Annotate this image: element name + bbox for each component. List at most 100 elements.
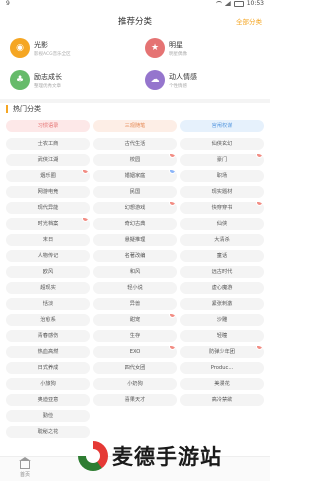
hot-badge-icon: [82, 170, 89, 174]
category-chip[interactable]: 勤俭: [6, 410, 90, 422]
category-chip[interactable]: 烟乐圈: [6, 170, 90, 182]
category-chip[interactable]: EXO: [93, 346, 177, 358]
category-chip[interactable]: 异兽: [93, 298, 177, 310]
category-chip[interactable]: 和风: [93, 266, 177, 278]
category-chip[interactable]: 奇幻古典: [93, 218, 177, 230]
category-chip-label: 甜宠: [129, 317, 141, 323]
category-chip[interactable]: 快穿穿书: [180, 202, 264, 214]
category-chip[interactable]: 名著改编: [93, 250, 177, 262]
feature-title: 明星: [169, 41, 183, 49]
all-categories-link[interactable]: 全部分类: [236, 16, 262, 26]
category-chip[interactable]: 治愈系: [6, 314, 90, 326]
new-badge-icon: [169, 170, 176, 174]
camera-icon: ◉: [10, 38, 30, 58]
hot-categories-title: 热门分类: [6, 105, 41, 113]
category-chip-label: 快穿穿书: [211, 205, 233, 211]
category-chip[interactable]: 生存: [93, 330, 177, 342]
category-chip[interactable]: 虚心魔游: [180, 282, 264, 294]
category-chip[interactable]: 仙侠: [180, 218, 264, 230]
status-notification: 9: [6, 0, 10, 7]
category-chip[interactable]: 末日: [6, 234, 90, 246]
heart-emotion-icon: ☁: [145, 70, 165, 90]
category-chip[interactable]: 婚姻家庭: [93, 170, 177, 182]
category-chip[interactable]: 现实题材: [180, 186, 264, 198]
category-chip[interactable]: 豪门: [180, 154, 264, 166]
category-chip[interactable]: 悬疑推理: [93, 234, 177, 246]
category-chip[interactable]: 轻小说: [93, 282, 177, 294]
category-chip-label: 校园: [129, 157, 141, 163]
category-chip[interactable]: 日式养成: [6, 362, 90, 374]
category-chip[interactable]: 美漫花: [180, 378, 264, 390]
category-chip[interactable]: 欧风: [6, 266, 90, 278]
column-header-chip[interactable]: 习惯语录: [6, 120, 90, 132]
feature-subtitle: 影视ACG音乐全区: [34, 52, 71, 57]
category-chip[interactable]: 紧张刺激: [180, 298, 264, 310]
status-time: 10:53: [246, 0, 264, 7]
category-chip[interactable]: 四代女团: [93, 362, 177, 374]
category-chip[interactable]: 超现实: [6, 282, 90, 294]
hot-badge-icon: [169, 202, 176, 206]
hot-badge-icon: [169, 346, 176, 350]
category-chip-label: 烟乐圈: [40, 173, 56, 179]
column-header-chip[interactable]: 三观随笔: [93, 120, 177, 132]
battery-icon: [233, 0, 244, 7]
category-chip-label: 婚姻家庭: [124, 173, 146, 179]
category-chip[interactable]: Produc...: [180, 362, 264, 374]
column-header-chip[interactable]: 宫闱权谋: [180, 120, 264, 132]
nav-home-label: 首页: [19, 472, 30, 478]
hot-badge-icon: [82, 218, 89, 222]
category-chip[interactable]: 甜宠: [93, 314, 177, 326]
category-chip[interactable]: 幻想游戏: [93, 202, 177, 214]
star-person-icon: ★: [145, 38, 165, 58]
hot-badge-icon: [169, 154, 176, 158]
category-chip[interactable]: 耽秘之花: [6, 426, 90, 438]
category-chip[interactable]: 校园: [93, 154, 177, 166]
status-bar: 9 10:53: [0, 0, 270, 8]
category-chip[interactable]: 民国: [93, 186, 177, 198]
category-chip[interactable]: 高冷禁欲: [180, 394, 264, 406]
category-chip[interactable]: 大清杀: [180, 234, 264, 246]
category-chip[interactable]: 武侠江湖: [6, 154, 90, 166]
category-chip[interactable]: 沙雕: [180, 314, 264, 326]
category-chip[interactable]: 人物传记: [6, 250, 90, 262]
category-chip[interactable]: 士农工商: [6, 138, 90, 150]
page-title: 推荐分类: [117, 17, 152, 27]
feature-title: 光影: [34, 41, 48, 49]
site-watermark: 麦德手游站: [78, 438, 264, 474]
category-chip-label: 时光档案: [37, 221, 59, 227]
category-chip[interactable]: 喜果天才: [93, 394, 177, 406]
category-chip[interactable]: 奥迪亚意: [6, 394, 90, 406]
category-chip[interactable]: 仙侠玄幻: [180, 138, 264, 150]
hot-badge-icon: [256, 202, 263, 206]
category-chip[interactable]: 小奶狗: [93, 378, 177, 390]
category-chip[interactable]: 热血高燃: [6, 346, 90, 358]
category-chip[interactable]: 轻瞳: [180, 330, 264, 342]
watermark-logo-icon: [78, 441, 108, 471]
feature-mingxing[interactable]: ★ 明星 明星偶像: [145, 36, 270, 66]
hot-badge-icon: [169, 314, 176, 318]
category-chip[interactable]: 远古时代: [180, 266, 264, 278]
category-chip[interactable]: 古代生活: [93, 138, 177, 150]
category-chip-label: EXO: [129, 349, 141, 355]
feature-subtitle: 个性情感: [169, 84, 187, 89]
nav-home[interactable]: 首页: [18, 457, 32, 478]
signal-icon: [224, 1, 231, 6]
feature-guangying[interactable]: ◉ 光影 影视ACG音乐全区: [10, 36, 135, 66]
category-chip-label: 防弹少年团: [209, 349, 235, 355]
category-chip[interactable]: 青春感伤: [6, 330, 90, 342]
category-chip[interactable]: 现代异能: [6, 202, 90, 214]
category-chip[interactable]: 网游电竞: [6, 186, 90, 198]
status-icons: 10:53: [215, 0, 264, 7]
feature-qinggan[interactable]: ☁ 动人情感 个性情感: [145, 68, 270, 98]
growth-icon: ♣: [10, 70, 30, 90]
page-header: 推荐分类 全部分类: [0, 10, 270, 32]
category-chip[interactable]: 童话: [180, 250, 264, 262]
category-chip[interactable]: 时光档案: [6, 218, 90, 230]
category-chip-label: 豪门: [216, 157, 228, 163]
feature-title: 动人情感: [169, 73, 197, 81]
category-chip[interactable]: 职场: [180, 170, 264, 182]
category-chip[interactable]: 防弹少年团: [180, 346, 264, 358]
feature-lizhi[interactable]: ♣ 励志成长 整理优秀文章: [10, 68, 135, 98]
category-chip[interactable]: 小旅狗: [6, 378, 90, 390]
category-chip[interactable]: 恬淡: [6, 298, 90, 310]
